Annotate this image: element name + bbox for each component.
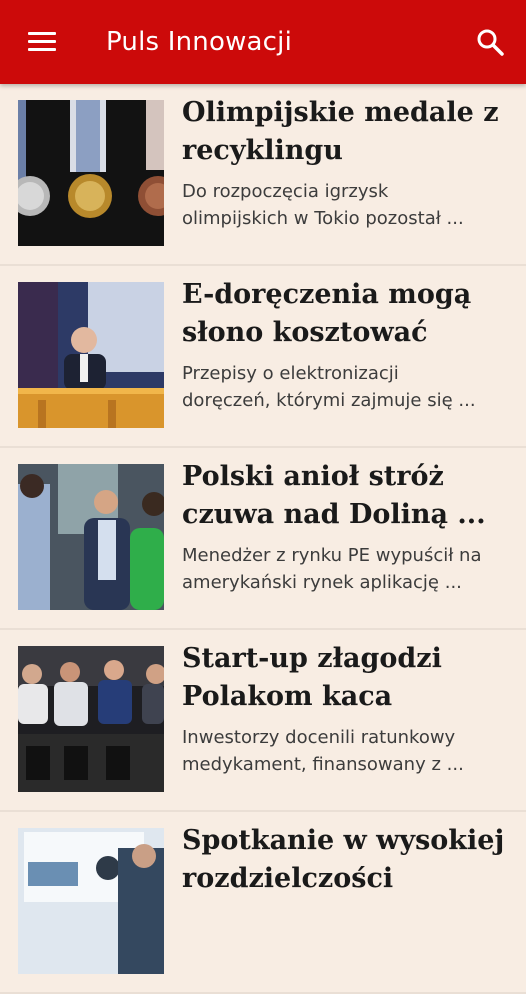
article-summary: Inwestorzy docenili ratunkowy medykament… <box>182 727 464 775</box>
hamburger-menu-icon[interactable] <box>16 22 56 62</box>
man-at-desk-photo <box>18 282 164 428</box>
article-headline[interactable]: Start-up złagodzi Polakom kaca <box>182 640 512 716</box>
article-headline[interactable]: Olimpijskie medale z recyklingu <box>182 94 512 170</box>
display-screen-photo <box>18 828 164 974</box>
panel-discussion-photo <box>18 646 164 792</box>
article-summary: Do rozpoczęcia igrzysk olimpijskich w To… <box>182 181 464 229</box>
article-headline[interactable]: E-doręczenia mogą słono kosztować <box>182 276 512 352</box>
app-bar: Puls Innowacji <box>0 0 526 84</box>
article-item[interactable]: E-doręczenia mogą słono kosztować Przepi… <box>0 266 526 448</box>
article-item[interactable]: Polski anioł stróż czuwa nad Doliną ... … <box>0 448 526 630</box>
article-item[interactable]: Spotkanie w wysokiej rozdzielczości <box>0 812 526 994</box>
people-talking-photo <box>18 464 164 610</box>
article-summary: Przepisy o elektronizacji doręczeń, któr… <box>182 363 476 411</box>
article-item[interactable]: Olimpijskie medale z recyklingu Do rozpo… <box>0 84 526 266</box>
article-summary: Menedżer z rynku PE wypuścił na amerykań… <box>182 545 482 593</box>
article-headline[interactable]: Polski anioł stróż czuwa nad Doliną ... <box>182 458 512 534</box>
app-title: Puls Innowacji <box>106 27 293 57</box>
article-headline[interactable]: Spotkanie w wysokiej rozdzielczości <box>182 822 512 898</box>
article-item[interactable]: Start-up złagodzi Polakom kaca Inwestorz… <box>0 630 526 812</box>
search-icon[interactable] <box>470 22 512 64</box>
article-list: Olimpijskie medale z recyklingu Do rozpo… <box>0 84 526 994</box>
olympic-medals-photo <box>18 100 164 246</box>
